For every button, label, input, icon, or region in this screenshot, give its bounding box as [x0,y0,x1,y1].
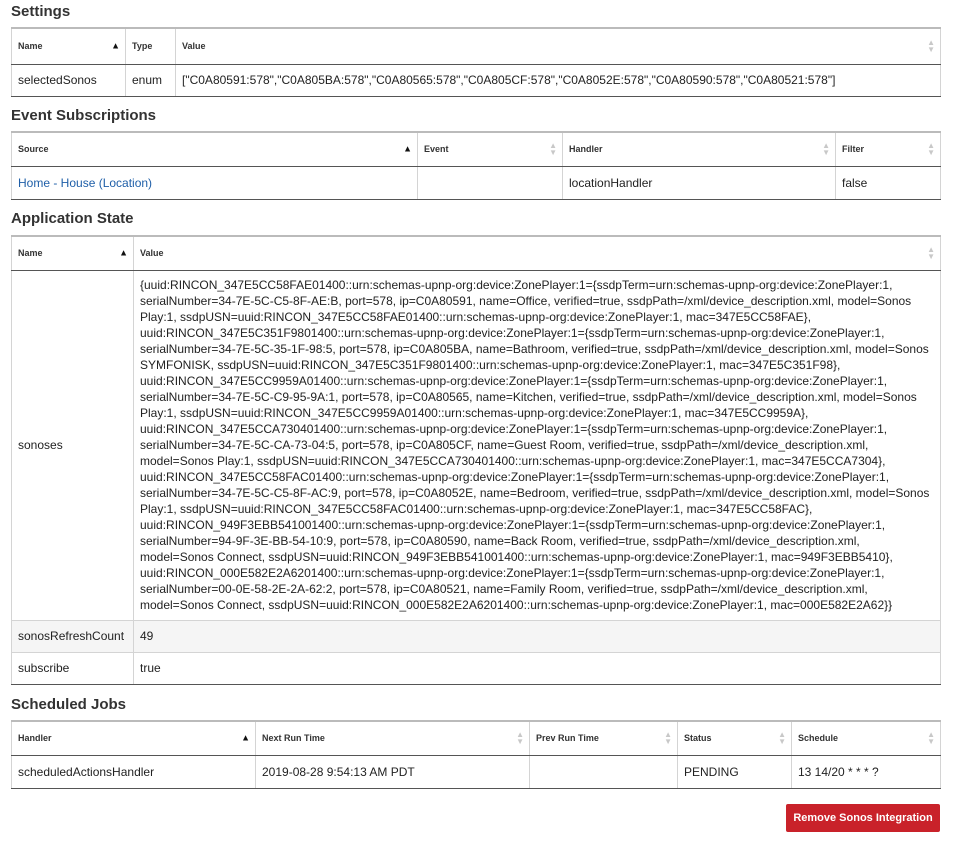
state-value: 49 [133,619,941,653]
state-value: true [133,651,941,685]
source-location-link[interactable]: Home - House (Location) [18,176,152,190]
column-header-schedule[interactable]: Schedule ▲ ▼ [791,720,941,756]
table-header-row: Name ▲ Value ▲ ▼ [11,235,941,271]
table-header-row: Handler ▲ Next Run Time ▲ ▼ Prev Run Time ▲ ▼… [11,720,941,756]
setting-name: selectedSonos [11,63,126,97]
column-header-name[interactable]: Name ▲ [11,235,134,271]
event-subscriptions-title: Event Subscriptions [11,107,157,124]
sort-both-icon: ▲ ▼ [927,38,935,55]
event-subscriptions-table: Source ▲ Event ▲ ▼ Handler ▲ ▼ Filter ▲ ▼ Home … [11,131,941,200]
job-schedule: 13 14/20 * * * ? [791,754,941,789]
setting-value: ["C0A80591:578","C0A805BA:578","C0A80565… [175,63,941,97]
sort-both-icon: ▲ ▼ [549,141,557,158]
column-header-prev-run-time[interactable]: Prev Run Time ▲ ▼ [529,720,678,756]
sort-both-icon: ▲ ▼ [516,730,524,747]
sort-asc-icon: ▲ [119,247,128,258]
column-header-event[interactable]: Event ▲ ▼ [417,131,563,167]
job-next-run: 2019-08-28 9:54:13 AM PDT [255,754,530,789]
table-row: sonosRefreshCount 49 [11,619,941,653]
settings-table: Name ▲ Type Value ▲ ▼ selectedSonos enum ["… [11,27,941,97]
state-name: sonoses [11,269,134,621]
sort-both-icon: ▲ ▼ [822,141,830,158]
sort-both-icon: ▲ ▼ [927,141,935,158]
job-prev-run [529,754,678,789]
job-status: PENDING [677,754,792,789]
subscription-event [417,165,563,200]
sort-both-icon: ▲ ▼ [778,730,786,747]
application-state-table: Name ▲ Value ▲ ▼ sonoses {uuid:RINCON_347E5… [11,235,941,685]
column-header-source[interactable]: Source ▲ [11,131,418,167]
column-header-handler[interactable]: Handler ▲ [11,720,256,756]
sort-asc-icon: ▲ [241,732,250,743]
scheduled-jobs-title: Scheduled Jobs [11,696,127,713]
table-row: Home - House (Location) locationHandler … [11,165,941,200]
column-header-value[interactable]: Value ▲ ▼ [175,27,941,65]
column-header-next-run-time[interactable]: Next Run Time ▲ ▼ [255,720,530,756]
column-header-handler[interactable]: Handler ▲ ▼ [562,131,836,167]
column-header-name[interactable]: Name ▲ [11,27,126,65]
column-header-status[interactable]: Status ▲ ▼ [677,720,792,756]
sort-asc-icon: ▲ [403,143,412,154]
state-name: subscribe [11,651,134,685]
table-header-row: Source ▲ Event ▲ ▼ Handler ▲ ▼ Filter ▲ ▼ [11,131,941,167]
column-header-value[interactable]: Value ▲ ▼ [133,235,941,271]
column-header-type[interactable]: Type [125,27,176,65]
sort-both-icon: ▲ ▼ [927,730,935,747]
sort-both-icon: ▲ ▼ [927,245,935,262]
table-row: sonoses {uuid:RINCON_347E5CC58FAE01400::… [11,269,941,621]
table-row: selectedSonos enum ["C0A80591:578","C0A8… [11,63,941,97]
subscription-handler: locationHandler [562,165,836,200]
subscription-source: Home - House (Location) [11,165,418,200]
setting-type: enum [125,63,176,97]
table-row: scheduledActionsHandler 2019-08-28 9:54:… [11,754,941,789]
state-name: sonosRefreshCount [11,619,134,653]
table-header-row: Name ▲ Type Value ▲ ▼ [11,27,941,65]
application-state-title: Application State [11,210,134,227]
table-row: subscribe true [11,651,941,685]
column-header-filter[interactable]: Filter ▲ ▼ [835,131,941,167]
state-value: {uuid:RINCON_347E5CC58FAE01400::urn:sche… [133,269,941,621]
remove-sonos-integration-button[interactable]: Remove Sonos Integration [786,804,940,832]
job-handler: scheduledActionsHandler [11,754,256,789]
scheduled-jobs-table: Handler ▲ Next Run Time ▲ ▼ Prev Run Time ▲ ▼… [11,720,941,789]
sort-asc-icon: ▲ [111,40,120,51]
settings-title: Settings [11,3,71,20]
sort-both-icon: ▲ ▼ [664,730,672,747]
subscription-filter: false [835,165,941,200]
